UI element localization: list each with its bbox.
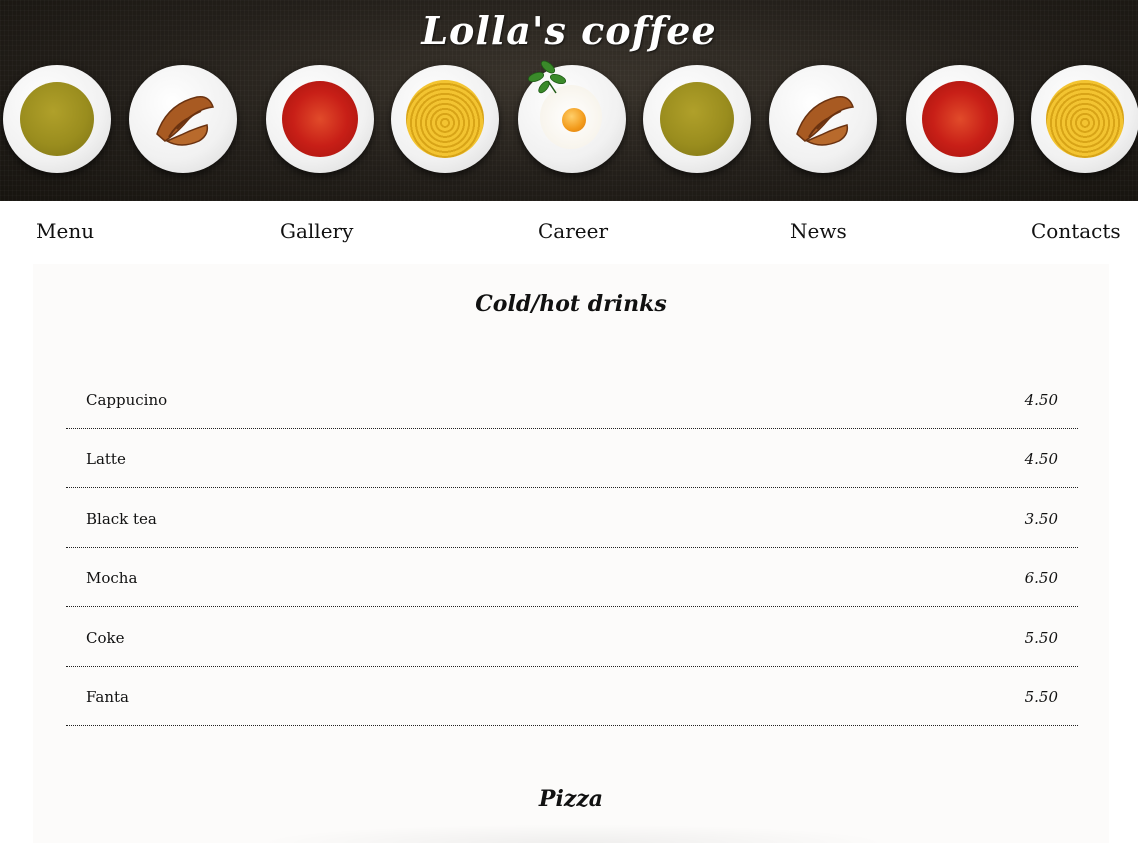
menu-item-name: Fanta <box>86 688 129 706</box>
site-header: Lolla's coffee <box>0 0 1138 201</box>
croissant-icon <box>796 95 855 146</box>
section-title-pizza: Pizza <box>538 786 604 812</box>
section-title-drinks: Cold/hot drinks <box>475 291 667 317</box>
nav-item-contacts[interactable]: Contacts <box>1031 219 1121 243</box>
menu-item-price: 5.50 <box>1024 629 1058 647</box>
menu-item-name: Coke <box>86 629 125 647</box>
menu-item-name: Cappucino <box>86 391 168 409</box>
menu-item-price: 6.50 <box>1024 569 1058 587</box>
plate-croissant-image <box>769 65 877 173</box>
plate-spaghetti-image <box>1031 65 1138 173</box>
site-title: Lolla's coffee <box>421 8 717 53</box>
plate-spaghetti-image <box>391 65 499 173</box>
nav-item-menu[interactable]: Menu <box>36 219 94 243</box>
herb-leaf-icon <box>527 60 567 94</box>
plate-tomato-pasta-image <box>266 65 374 173</box>
plate-tomato-pasta-image <box>906 65 1014 173</box>
tomato-pasta-bowl <box>922 81 998 157</box>
menu-item-name: Latte <box>86 450 126 468</box>
nav-item-career[interactable]: Career <box>538 219 608 243</box>
egg-yolk <box>562 108 586 132</box>
spaghetti-bowl <box>1046 80 1124 158</box>
nav-item-news[interactable]: News <box>790 219 847 243</box>
menu-row: Coke 5.50 <box>66 608 1078 667</box>
croissant-icon <box>156 95 215 146</box>
menu-item-price: 5.50 <box>1024 688 1058 706</box>
menu-row: Mocha 6.50 <box>66 548 1078 607</box>
tomato-pasta-bowl <box>282 81 358 157</box>
menu-row: Latte 4.50 <box>66 429 1078 488</box>
menu-row: Cappucino 4.50 <box>66 370 1078 429</box>
main-nav: Menu Gallery Career News Contacts <box>0 201 1138 263</box>
menu-content: Cold/hot drinks Cappucino 4.50 Latte 4.5… <box>33 264 1109 843</box>
menu-item-price: 3.50 <box>1024 510 1058 528</box>
spaghetti-bowl <box>406 80 484 158</box>
plate-soup-image <box>643 65 751 173</box>
menu-item-price: 4.50 <box>1024 450 1058 468</box>
menu-item-price: 4.50 <box>1024 391 1058 409</box>
plate-soup-image <box>3 65 111 173</box>
plate-croissant-image <box>129 65 237 173</box>
soup-bowl <box>20 82 94 156</box>
menu-row: Fanta 5.50 <box>66 667 1078 726</box>
section-shadow <box>253 824 893 843</box>
nav-item-gallery[interactable]: Gallery <box>280 219 353 243</box>
soup-bowl <box>660 82 734 156</box>
menu-item-name: Mocha <box>86 569 138 587</box>
menu-item-name: Black tea <box>86 510 157 528</box>
plate-fried-egg-image <box>518 60 626 173</box>
menu-row: Black tea 3.50 <box>66 489 1078 548</box>
